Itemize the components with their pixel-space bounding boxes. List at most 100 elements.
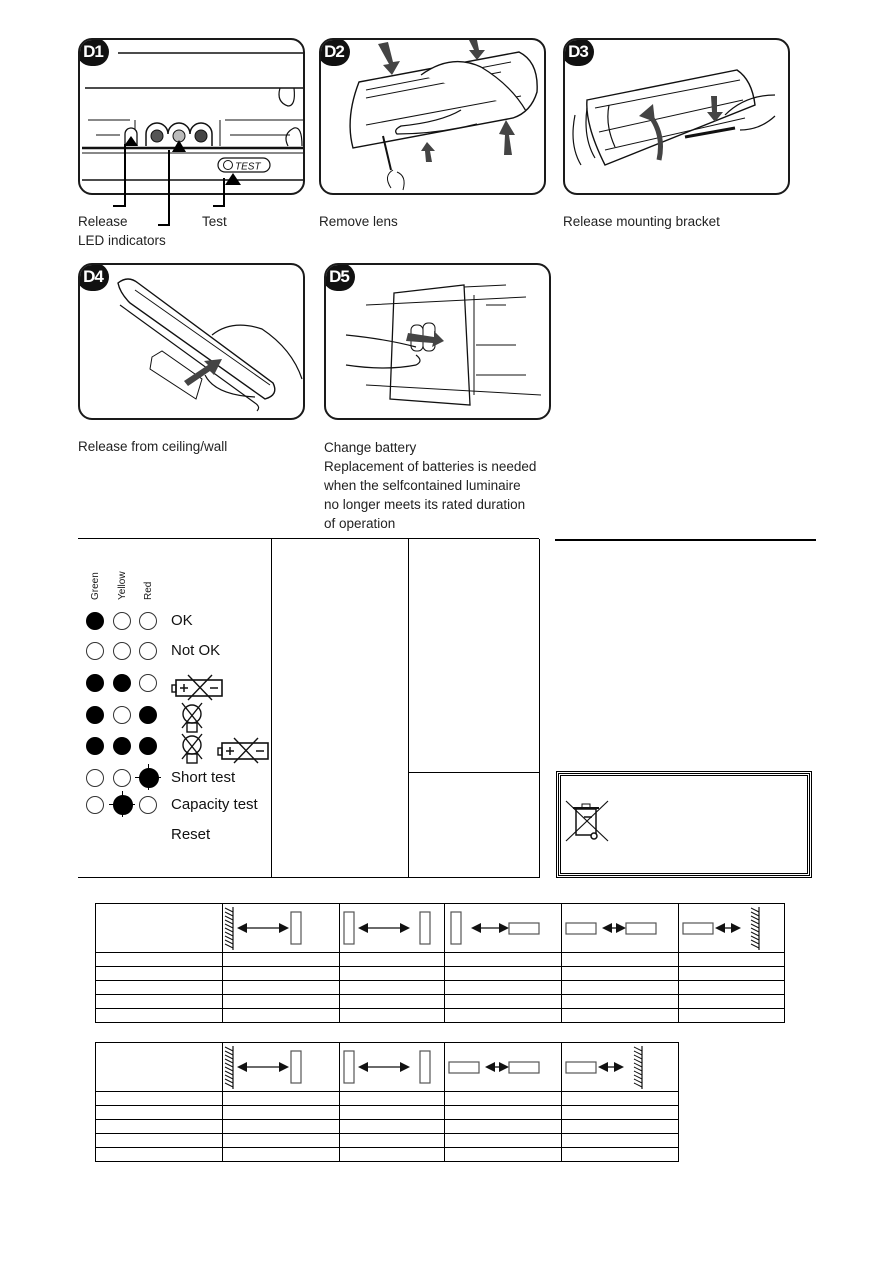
spacing-table-cell xyxy=(95,1105,223,1120)
step-badge-d5: D5 xyxy=(326,265,355,291)
spacing-table-corner-cell xyxy=(95,1042,223,1092)
spacing-table-row xyxy=(95,1091,679,1106)
release-callout-line xyxy=(124,144,126,206)
luminaire-to-corridor-spacing-icon xyxy=(450,911,540,945)
col-yellow: Yellow xyxy=(117,571,128,600)
spacing-table-row xyxy=(95,1008,785,1023)
wall-to-luminaire-spacing-icon xyxy=(224,907,302,950)
luminaire-to-luminaire-spacing-icon xyxy=(343,1050,431,1084)
spacing-table-cell xyxy=(444,1008,562,1023)
caption-release: Release xyxy=(78,214,128,229)
spacing-table-row xyxy=(95,1105,679,1120)
spacing-header-wall-to-luminaire xyxy=(222,1042,340,1092)
spacing-header-luminaire-to-luminaire xyxy=(339,903,445,953)
corridor-to-corridor-spacing-icon xyxy=(448,1061,540,1074)
spacing-table-cell xyxy=(95,1091,223,1106)
spacing-table-cell xyxy=(95,1133,223,1148)
led-status-row: Capacity test xyxy=(86,791,286,818)
col-red: Red xyxy=(143,581,154,600)
corridor-to-wall-spacing-icon xyxy=(565,1046,643,1089)
spacing-table-cell xyxy=(444,1119,562,1134)
spacing-table-cell xyxy=(561,1133,679,1148)
corridor-to-corridor-spacing-icon xyxy=(565,922,657,935)
spacing-table-cell xyxy=(561,980,679,995)
spacing-table-row xyxy=(95,952,785,967)
step-badge-d3: D3 xyxy=(565,40,594,66)
spacing-table-cell xyxy=(561,1105,679,1120)
spacing-table-cell xyxy=(222,1008,340,1023)
spacing-table-cell xyxy=(444,1147,562,1162)
led-green-off xyxy=(86,796,104,814)
spacing-table-cell xyxy=(444,1091,562,1106)
spacing-table-cell xyxy=(678,966,785,981)
spacing-table-header-row xyxy=(95,1042,679,1092)
led-section-divider-2 xyxy=(408,539,409,877)
spacing-header-corridor-to-wall xyxy=(678,903,785,953)
led-status-label: Short test xyxy=(171,769,236,786)
led-red-off xyxy=(139,674,157,692)
spacing-table-cell xyxy=(561,1147,679,1162)
spacing-table-cell xyxy=(222,994,340,1009)
led-status-row: Not OK xyxy=(86,642,286,664)
spacing-table-cell xyxy=(95,966,223,981)
led-status-label: OK xyxy=(171,612,193,629)
spacing-header-corridor-to-wall xyxy=(561,1042,679,1092)
led-status-row: Reset xyxy=(86,826,286,848)
led-yellow-off xyxy=(113,769,131,787)
led-section-top-rule xyxy=(78,538,539,539)
col-green: Green xyxy=(90,572,101,600)
spacing-table xyxy=(95,1042,679,1162)
caption-release-mounting-bracket: Release mounting bracket xyxy=(563,214,720,229)
spacing-table-cell xyxy=(678,1008,785,1023)
spacing-table-cell xyxy=(444,994,562,1009)
spacing-table-cell xyxy=(339,1147,445,1162)
d1-illustration: TEST xyxy=(82,52,303,185)
step-panel-d2: D2 xyxy=(319,38,546,195)
led-green-on xyxy=(86,706,104,724)
spacing-table-cell xyxy=(95,980,223,995)
weee-notice-box xyxy=(556,771,812,878)
led-section-bottom-rule xyxy=(78,877,540,878)
led-status-row: Short test xyxy=(86,764,286,791)
led-green-on xyxy=(86,612,104,630)
spacing-table-cell xyxy=(339,1119,445,1134)
spacing-table-cell xyxy=(444,1105,562,1120)
caption-battery-line-2: Replacement of batteries is needed xyxy=(324,459,537,474)
led-status-label: Reset xyxy=(171,826,211,843)
corridor-to-wall-spacing-icon xyxy=(682,907,760,950)
led-green-off xyxy=(86,642,104,660)
lamp-fault-icon xyxy=(181,702,203,733)
spacing-table-cell xyxy=(444,980,562,995)
led-status-row xyxy=(86,674,286,701)
led-red-blink xyxy=(135,764,161,790)
spacing-table-cell xyxy=(95,952,223,967)
led-yellow-off xyxy=(113,612,131,630)
spacing-table-cell xyxy=(678,952,785,967)
spacing-table-cell xyxy=(561,994,679,1009)
spacing-table-cell xyxy=(561,1091,679,1106)
led-status-row xyxy=(86,733,286,764)
spacing-table-header-row xyxy=(95,903,785,953)
led-yellow-on xyxy=(113,674,131,692)
spacing-table-cell xyxy=(95,1008,223,1023)
step-badge-d1: D1 xyxy=(80,40,109,66)
spacing-table-cell xyxy=(339,1008,445,1023)
led-green-on xyxy=(86,737,104,755)
spacing-table-cell xyxy=(561,1008,679,1023)
led-callout-line xyxy=(168,150,170,226)
spacing-table-cell xyxy=(222,952,340,967)
spacing-table-cell xyxy=(339,994,445,1009)
wall-to-luminaire-spacing-icon xyxy=(224,1046,302,1089)
spacing-table-cell xyxy=(561,966,679,981)
led-status-label: Not OK xyxy=(171,642,221,659)
led-green-on xyxy=(86,674,104,692)
test-callout-tick xyxy=(213,205,225,207)
led-callout-tick xyxy=(158,224,170,226)
spacing-table-cell xyxy=(222,1091,340,1106)
caption-change-battery: Change battery xyxy=(324,440,417,455)
spacing-table-row xyxy=(95,1119,679,1134)
spacing-table-cell xyxy=(444,952,562,967)
caption-battery-line-5: of operation xyxy=(324,516,396,531)
spacing-table-cell xyxy=(222,966,340,981)
led-red-off xyxy=(139,796,157,814)
